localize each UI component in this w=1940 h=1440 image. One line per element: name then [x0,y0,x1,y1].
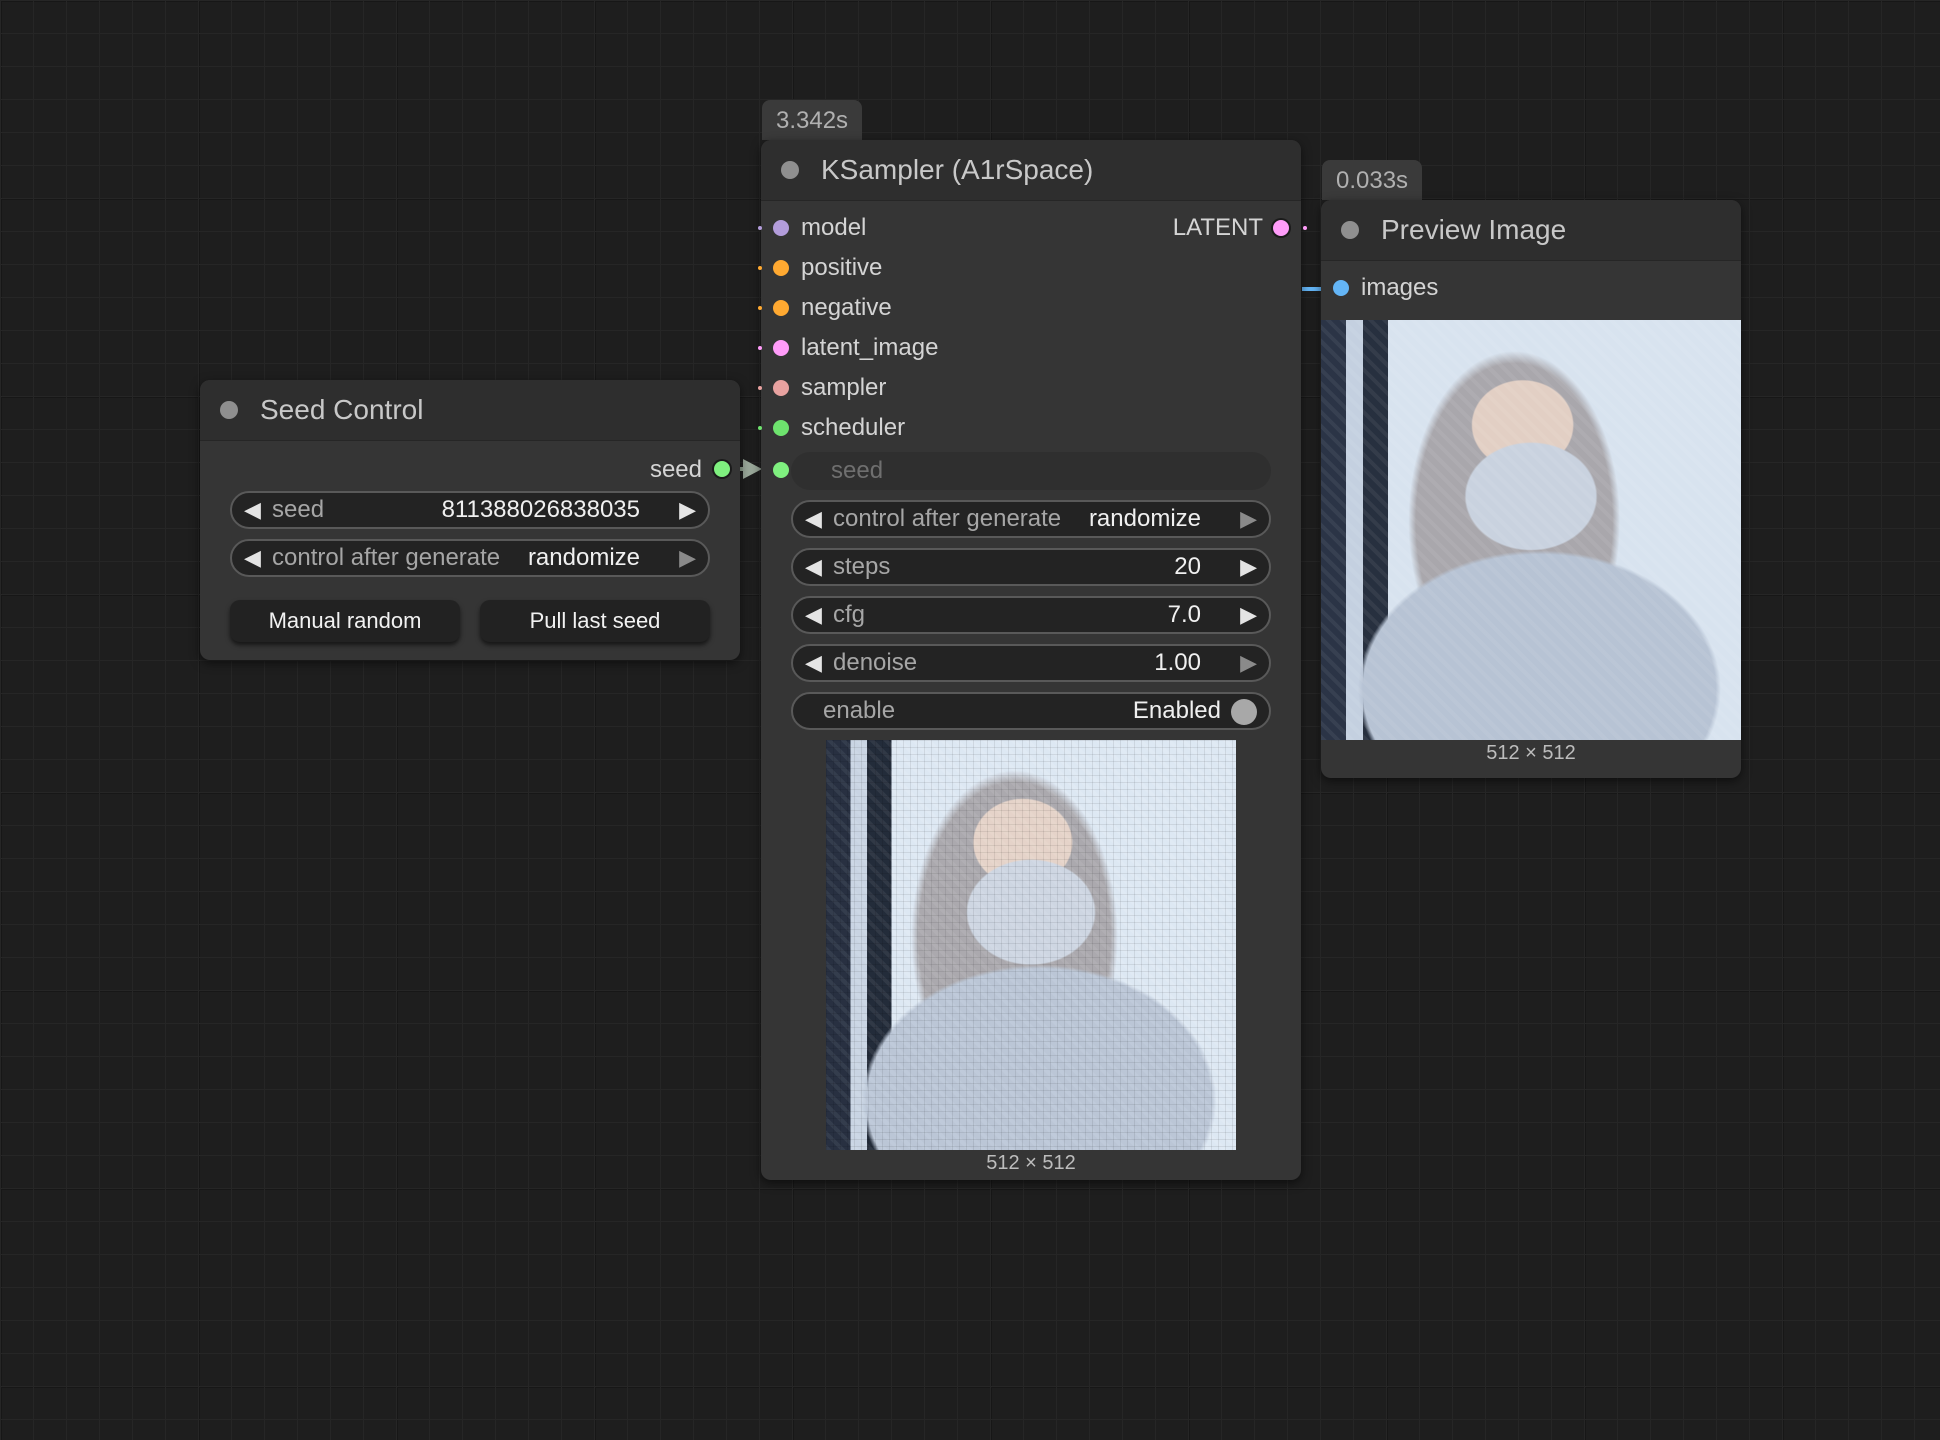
input-slot-latent-image[interactable]: latent_image [758,330,1061,366]
widget-name: denoise [833,649,918,676]
execution-time-badge: 3.342s [762,100,863,140]
widget-value[interactable]: 811388026838035 [442,493,640,527]
widget-value[interactable]: 7.0 [1168,598,1201,632]
toggle-knob-icon[interactable] [1231,699,1257,725]
collapse-dot-icon[interactable] [781,161,799,179]
seed-output-slot[interactable] [714,461,730,477]
node-title: KSampler (A1rSpace) [821,154,1094,185]
link-nub [758,386,762,390]
slot-dot[interactable] [773,300,789,316]
slot-dot[interactable] [773,340,789,356]
manual-random-button[interactable]: Manual random [230,600,460,642]
pull-last-seed-button[interactable]: Pull last seed [480,600,710,642]
widget-value[interactable]: 20 [1174,550,1201,584]
link-nub [1303,226,1307,230]
enable-toggle[interactable]: enable Enabled [791,692,1271,730]
steps-widget[interactable]: ◀ steps 20 ▶ [791,548,1271,586]
collapse-dot-icon[interactable] [220,401,238,419]
seed-input-slot[interactable] [773,462,789,478]
increment-arrow-icon[interactable]: ▶ [1240,550,1257,584]
image-size-caption: 512 × 512 [1486,742,1576,764]
preview-output-image[interactable] [1321,320,1741,740]
ksampler-header[interactable]: KSampler (A1rSpace) [761,140,1301,201]
latent-preview-image [826,740,1236,1150]
widget-value[interactable]: randomize [1089,502,1201,536]
link-nub [758,306,762,310]
input-slot-images[interactable]: images [1321,270,1621,306]
slot-label: sampler [801,374,887,401]
decrement-arrow-icon[interactable]: ◀ [805,550,822,584]
decrement-arrow-icon[interactable]: ◀ [244,493,261,527]
execution-time-badge: 0.033s [1322,160,1423,200]
widget-name: cfg [833,601,866,628]
slot-dot[interactable] [773,220,789,236]
image-size-caption: 512 × 512 [986,1152,1076,1174]
pixel-grid-overlay [826,740,1236,1150]
slot-label: images [1361,274,1439,301]
node-title: Preview Image [1381,214,1567,245]
seed-control-node[interactable]: Seed Control seed ◀ seed 811388026838035… [200,380,740,660]
increment-arrow-icon[interactable]: ▶ [1240,502,1257,536]
slot-label: negative [801,294,892,321]
slot-label: latent_image [801,334,939,361]
slot-dot[interactable] [1333,280,1349,296]
widget-value[interactable]: randomize [528,541,640,575]
input-slot-sampler[interactable]: sampler [758,370,1061,406]
widget-name: enable [823,697,896,724]
slot-label: model [801,214,867,241]
widget-name: seed [831,457,884,484]
slot-label: scheduler [801,414,906,441]
decrement-arrow-icon[interactable]: ◀ [805,502,822,536]
denoise-widget[interactable]: ◀ denoise 1.00 ▶ [791,644,1271,682]
link-nub [758,426,762,430]
seed-control-header[interactable]: Seed Control [200,380,740,441]
ksampler-node[interactable]: KSampler (A1rSpace) model LATENT positiv… [758,140,1307,1180]
widget-name: seed [272,496,325,523]
preview-image-node[interactable]: Preview Image images 512 × 512 [1321,200,1741,778]
toggle-value: Enabled [1132,697,1221,724]
increment-arrow-icon[interactable]: ▶ [1240,598,1257,632]
node-graph-canvas[interactable]: Seed Control seed ◀ seed 811388026838035… [0,0,1940,1440]
latent-output-label: LATENT [1172,214,1263,241]
input-slot-positive[interactable]: positive [758,250,1061,286]
slot-label: positive [801,254,883,281]
input-slot-model[interactable]: model LATENT [758,210,1307,246]
preview-image-header[interactable]: Preview Image [1321,200,1741,261]
link-nub [758,266,762,270]
seed-widget[interactable]: ◀ seed 811388026838035 ▶ [230,491,710,529]
link-nub [758,226,762,230]
slot-dot[interactable] [773,420,789,436]
link-nub [758,346,762,350]
slot-dot[interactable] [773,380,789,396]
widget-name: control after generate [833,505,1062,532]
increment-arrow-icon[interactable]: ▶ [679,493,696,527]
decrement-arrow-icon[interactable]: ◀ [805,598,822,632]
control-after-generate-widget[interactable]: ◀ control after generate randomize ▶ [230,539,710,577]
cfg-widget[interactable]: ◀ cfg 7.0 ▶ [791,596,1271,634]
input-slot-scheduler[interactable]: scheduler [758,410,1061,446]
increment-arrow-icon[interactable]: ▶ [1240,646,1257,680]
widget-name: control after generate [272,544,501,571]
increment-arrow-icon[interactable]: ▶ [679,541,696,575]
slot-dot[interactable] [773,260,789,276]
node-title: Seed Control [260,394,424,425]
decrement-arrow-icon[interactable]: ◀ [805,646,822,680]
input-slot-negative[interactable]: negative [758,290,1061,326]
seed-converted-widget: seed [791,452,1271,490]
seed-output-label: seed [649,456,702,483]
latent-output-slot[interactable] [1273,220,1289,236]
control-after-generate-widget[interactable]: ◀ control after generate randomize ▶ [791,500,1271,538]
widget-name: steps [833,553,891,580]
decrement-arrow-icon[interactable]: ◀ [244,541,261,575]
collapse-dot-icon[interactable] [1341,221,1359,239]
widget-value[interactable]: 1.00 [1154,646,1201,680]
